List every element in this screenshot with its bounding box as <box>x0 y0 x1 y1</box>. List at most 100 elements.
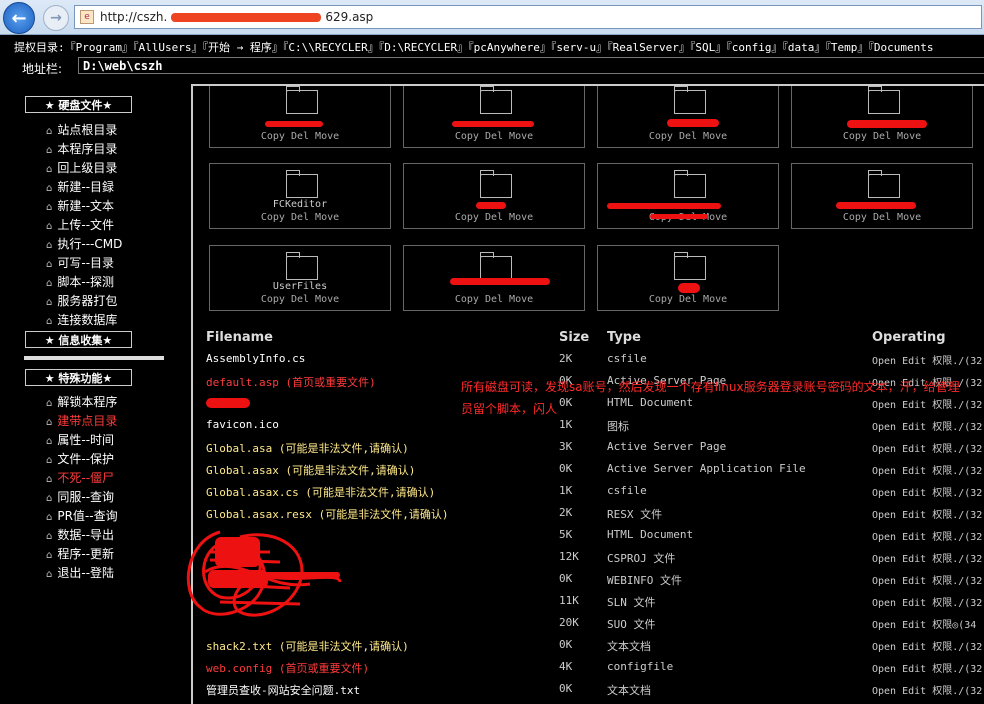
col-operating: Operating <box>872 330 946 345</box>
special-menu-item[interactable]: ⌂ 不死--僵尸 <box>46 469 114 486</box>
person-icon: ⌂ <box>46 126 53 137</box>
folder-icon[interactable] <box>286 170 318 198</box>
col-type[interactable]: Type <box>607 330 641 345</box>
file-operations[interactable]: Open Edit 权限./(32 <box>872 572 982 587</box>
forward-arrow-icon[interactable]: → <box>43 5 69 31</box>
file-name-link[interactable]: 管理员查收-网站安全问题.txt <box>206 682 360 698</box>
folder-icon[interactable] <box>286 86 318 114</box>
folder-actions[interactable]: Copy Del Move <box>598 294 778 305</box>
file-size: 0K <box>559 638 573 651</box>
redaction <box>836 202 916 209</box>
special-menu-item[interactable]: ⌂ 文件--保护 <box>46 450 114 467</box>
redaction <box>265 121 323 127</box>
folder-tile[interactable]: FCKeditor Copy Del Move <box>209 163 391 229</box>
file-operations[interactable]: Open Edit 权限./(32 <box>872 462 982 477</box>
special-menu-item[interactable]: ⌂ 数据--导出 <box>46 526 114 543</box>
file-operations[interactable]: Open Edit 权限./(32 <box>872 506 982 521</box>
folder-tile[interactable]: UserFiles Copy Del Move <box>209 245 391 311</box>
folder-actions[interactable]: Copy Del Move <box>404 294 584 305</box>
file-name-link[interactable]: favicon.ico <box>206 418 279 431</box>
folder-icon[interactable] <box>674 170 706 198</box>
file-operations[interactable]: Open Edit 权限./(32 <box>872 660 982 675</box>
special-menu-item[interactable]: ⌂ 同服--查询 <box>46 488 114 505</box>
folder-icon[interactable] <box>868 86 900 114</box>
folder-icon[interactable] <box>480 86 512 114</box>
file-size: 12K <box>559 550 579 563</box>
disk-menu-item[interactable]: ⌂ 回上级目录 <box>46 159 117 176</box>
folder-actions[interactable]: Copy Del Move <box>210 294 390 305</box>
folder-tile[interactable]: Copy Del Move <box>597 163 779 229</box>
folder-actions[interactable]: Copy Del Move <box>598 131 778 142</box>
folder-actions[interactable]: Copy Del Move <box>210 212 390 223</box>
folder-tile[interactable]: Copy Del Move <box>791 86 973 148</box>
folder-actions[interactable]: Copy Del Move <box>404 212 584 223</box>
menu-item-label: 回上级目录 <box>57 161 118 175</box>
disk-menu-item[interactable]: ⌂ 可写--目录 <box>46 254 114 271</box>
scribble-redaction <box>186 530 342 617</box>
folder-icon[interactable] <box>480 170 512 198</box>
col-filename[interactable]: Filename <box>206 330 273 345</box>
file-operations[interactable]: Open Edit 权限./(32 <box>872 352 982 367</box>
folder-actions[interactable]: Copy Del Move <box>210 131 390 142</box>
special-menu-item[interactable]: ⌂ 建带点目录 <box>46 412 117 429</box>
disk-menu-item[interactable]: ⌂ 连接数据库 <box>46 311 117 328</box>
special-menu-item[interactable]: ⌂ 属性--时间 <box>46 431 114 448</box>
special-menu-item[interactable]: ⌂ 退出--登陆 <box>46 564 114 581</box>
folder-tile[interactable]: Copy Del Move <box>791 163 973 229</box>
menu-item-label: 同服--查询 <box>57 490 115 504</box>
disk-menu-item[interactable]: ⌂ 执行---CMD <box>46 235 122 252</box>
folder-name[interactable]: UserFiles <box>210 281 390 292</box>
folder-name[interactable]: FCKeditor <box>210 199 390 210</box>
page-favicon-icon: e <box>80 10 94 24</box>
special-menu-item[interactable]: ⌂ PR值--查询 <box>46 507 118 524</box>
folder-icon[interactable] <box>286 252 318 280</box>
folder-icon[interactable] <box>674 252 706 280</box>
file-operations[interactable]: Open Edit 权限./(32 <box>872 418 982 433</box>
disk-menu-item[interactable]: ⌂ 新建--目録 <box>46 178 114 195</box>
disk-menu-item[interactable]: ⌂ 新建--文本 <box>46 197 114 214</box>
folder-icon[interactable] <box>868 170 900 198</box>
privilege-dirs-line[interactable]: 提权目录:『Program』『AllUsers』『开始 → 程序』『C:\\RE… <box>14 39 934 55</box>
special-menu-item[interactable]: ⌂ 程序--更新 <box>46 545 114 562</box>
folder-tile[interactable]: Copy Del Move <box>597 245 779 311</box>
file-operations[interactable]: Open Edit 权限./(32 <box>872 440 982 455</box>
file-name-link[interactable]: default.asp (首页或重要文件) <box>206 374 376 390</box>
file-type: Active Server Application File <box>607 462 806 475</box>
file-operations[interactable]: Open Edit 权限./(32 <box>872 550 982 565</box>
file-name-link[interactable]: web.config (首页或重要文件) <box>206 660 369 676</box>
disk-menu-item[interactable]: ⌂ 脚本--探测 <box>46 273 114 290</box>
file-operations[interactable]: Open Edit 权限./(32 <box>872 638 982 653</box>
disk-menu-item[interactable]: ⌂ 站点根目录 <box>46 121 117 138</box>
col-size[interactable]: Size <box>559 330 589 345</box>
back-arrow-icon[interactable]: ← <box>3 2 35 34</box>
file-type: RESX 文件 <box>607 508 663 521</box>
file-type: configfile <box>607 660 674 673</box>
folder-actions[interactable]: Copy Del Move <box>792 212 972 223</box>
file-name-link[interactable]: Global.asax.cs (可能是非法文件,请确认) <box>206 484 435 500</box>
disk-menu-item[interactable]: ⌂ 本程序目录 <box>46 140 117 157</box>
folder-actions[interactable]: Copy Del Move <box>404 131 584 142</box>
file-operations[interactable]: Open Edit 权限./(32 <box>872 484 982 499</box>
person-icon: ⌂ <box>46 202 53 213</box>
file-operations[interactable]: Open Edit 权限./(32 <box>872 528 982 543</box>
disk-menu-item[interactable]: ⌂ 服务器打包 <box>46 292 117 309</box>
file-name-link[interactable]: Global.asax (可能是非法文件,请确认) <box>206 462 415 478</box>
address-bar[interactable]: e http://cszh. 629.asp <box>74 5 982 29</box>
folder-actions[interactable]: Copy Del Move <box>792 131 972 142</box>
folder-icon[interactable] <box>674 86 706 114</box>
file-name-link[interactable]: AssemblyInfo.cs <box>206 352 305 365</box>
file-name-link[interactable]: Global.asa (可能是非法文件,请确认) <box>206 440 409 456</box>
folder-tile[interactable]: Copy Del Move <box>403 86 585 148</box>
file-operations[interactable]: Open Edit 权限./(32 <box>872 682 982 697</box>
special-menu-item[interactable]: ⌂ 解锁本程序 <box>46 393 117 410</box>
file-type: csfile <box>607 352 647 365</box>
folder-icon[interactable] <box>480 252 512 280</box>
path-input[interactable]: D:\web\cszh <box>78 57 984 74</box>
folder-tile[interactable]: Copy Del Move <box>209 86 391 148</box>
file-operations[interactable]: Open Edit 权限◎(34 <box>872 616 976 631</box>
redaction <box>450 278 550 285</box>
file-operations[interactable]: Open Edit 权限./(32 <box>872 594 982 609</box>
folder-tile[interactable]: Copy Del Move <box>403 163 585 229</box>
folder-tile[interactable]: Copy Del Move <box>597 86 779 148</box>
disk-menu-item[interactable]: ⌂ 上传--文件 <box>46 216 114 233</box>
